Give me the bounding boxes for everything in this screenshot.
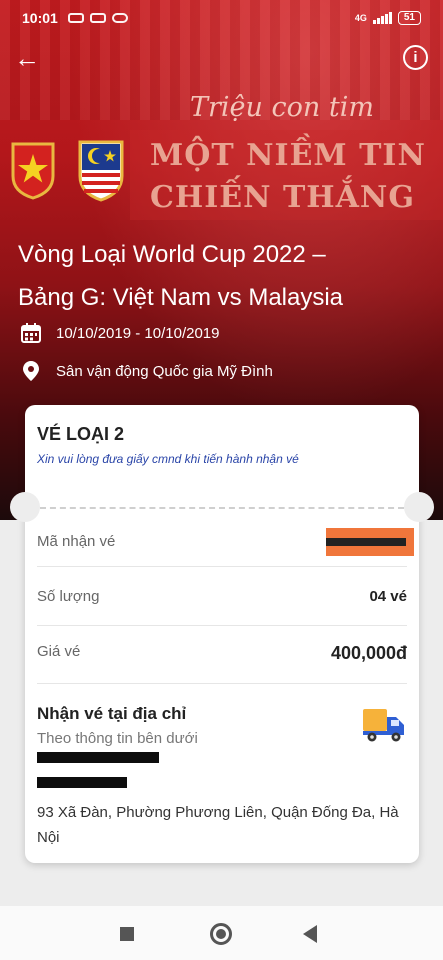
info-icon: i [413, 49, 418, 66]
quantity-row: Số lượng 04 vé [37, 588, 407, 605]
delivery-truck-icon [363, 709, 404, 742]
recipient-phone-redaction [37, 777, 127, 788]
banner-headline-1: MỘT NIỀM TIN [150, 138, 426, 173]
banner-script-text: Triệu con tim [190, 92, 374, 123]
quantity-value: 04 vé [369, 588, 407, 605]
info-button[interactable]: i [403, 45, 428, 70]
quantity-label: Số lượng [37, 588, 100, 605]
row-divider [37, 625, 407, 626]
event-venue: Sân vận động Quốc gia Mỹ Đình [56, 362, 273, 380]
battery-indicator: 51 [397, 11, 421, 25]
network-type: 4G [354, 13, 367, 23]
row-divider [37, 566, 407, 567]
malaysia-crest-icon [78, 140, 124, 202]
ticket-notch-left [10, 492, 40, 522]
ticket-note: Xin vui lòng đưa giấy cmnd khi tiến hành… [37, 452, 299, 466]
price-label: Giá vé [37, 643, 81, 660]
app-notification-icon [89, 13, 106, 23]
pickup-address: 93 Xã Đàn, Phường Phương Liên, Quận Đống… [37, 804, 399, 846]
system-nav-bar [0, 906, 443, 960]
event-date-row: 10/10/2019 - 10/10/2019 [20, 322, 219, 344]
pickup-title: Nhận vé tại địa chỉ [37, 704, 187, 723]
recipient-name-redaction [37, 752, 159, 763]
ticket-code-label: Mã nhận vé [37, 533, 116, 550]
car-icon [67, 13, 84, 23]
ticket-type: VÉ LOẠI 2 [37, 424, 125, 444]
event-title-line-1: Vòng Loại World Cup 2022 – [18, 241, 326, 268]
vietnam-crest-icon [11, 142, 55, 200]
event-title: Vòng Loại World Cup 2022 – Bảng G: Việt … [18, 233, 428, 319]
calendar-icon [21, 323, 41, 343]
event-title-line-2: Bảng G: Việt Nam vs Malaysia [18, 284, 344, 311]
row-divider [37, 683, 407, 684]
price-value: 400,000đ [330, 643, 407, 663]
cloud-icon [111, 13, 128, 23]
ticket-divider [40, 507, 404, 509]
event-venue-row: Sân vận động Quốc gia Mỹ Đình [20, 360, 273, 382]
event-date: 10/10/2019 - 10/10/2019 [56, 324, 220, 342]
ticket-code-redaction [326, 528, 414, 556]
status-time: 10:01 [22, 10, 58, 26]
pickup-subtitle: Theo thông tin bên dưới [37, 730, 198, 747]
recent-apps-button[interactable] [120, 927, 134, 941]
ticket-notch-right [404, 492, 434, 522]
home-button[interactable] [210, 923, 232, 945]
banner-headline-2: CHIẾN THẮNG [150, 180, 415, 215]
back-button[interactable]: ← [14, 43, 42, 73]
arrow-left-icon: ← [14, 43, 40, 73]
signal-icon [372, 12, 392, 24]
price-row: Giá vé 400,000đ [37, 643, 407, 663]
nav-back-button[interactable] [303, 925, 317, 943]
location-pin-icon [23, 361, 39, 381]
ticket-card [25, 405, 419, 863]
status-bar: 10:01 4G 51 [0, 0, 443, 36]
